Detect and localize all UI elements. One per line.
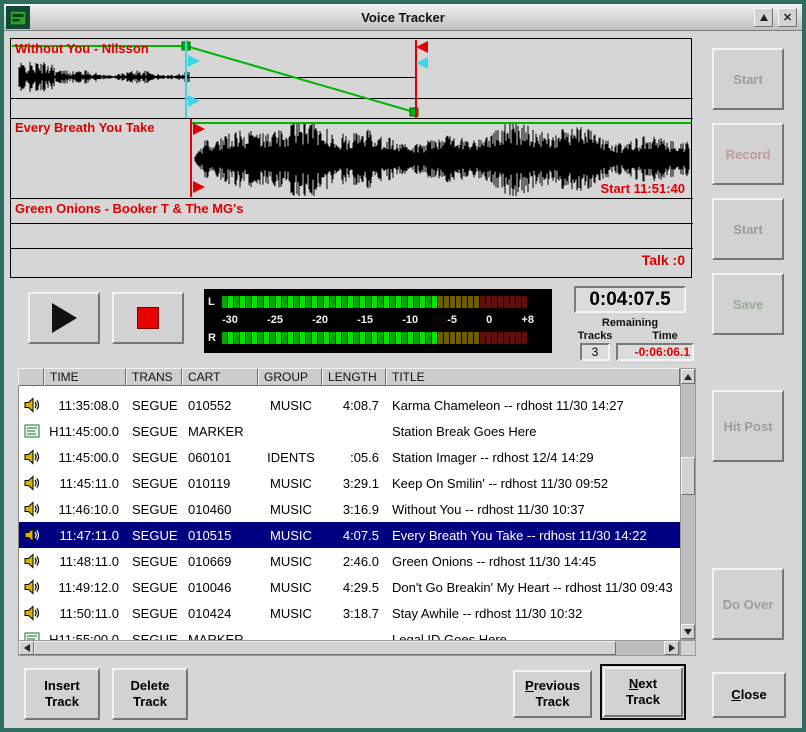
pin-icon <box>760 14 768 21</box>
log-row[interactable]: 11:45:00.0 SEGUE 060101 IDENTS :05.6 Sta… <box>19 444 680 470</box>
titlebar: Voice Tracker ✕ <box>4 4 802 31</box>
arrow-left-icon <box>24 644 30 652</box>
log-table: 11:35:08.0 SEGUE 010552 MUSIC 4:08.7 Kar… <box>18 386 680 640</box>
next-track-button[interactable]: Next Track <box>603 667 683 717</box>
do-over-button[interactable]: Do Over <box>712 568 784 640</box>
log-row[interactable]: H11:45:00.0 SEGUE MARKER Station Break G… <box>19 418 680 444</box>
end-marker-arrow-red[interactable] <box>416 41 428 53</box>
log-row[interactable]: 11:46:10.0 SEGUE 010460 MUSIC 3:16.9 Wit… <box>19 496 680 522</box>
scroll-right-button[interactable] <box>664 641 679 655</box>
log-row[interactable]: H11:55:00.0 SEGUE MARKER Legal ID Goes H… <box>19 626 680 640</box>
header-time[interactable]: TIME <box>44 368 126 386</box>
log-row[interactable]: 11:50:11.0 SEGUE 010424 MUSIC 3:18.7 Sta… <box>19 600 680 626</box>
remaining-label: Remaining <box>574 317 686 329</box>
insert-track-label-1: Insert <box>44 678 79 694</box>
header-cart[interactable]: CART <box>182 368 258 386</box>
end-marker-arrow-cyan[interactable] <box>416 57 428 69</box>
log-row[interactable]: 11:35:08.0 SEGUE 010552 MUSIC 4:08.7 Kar… <box>19 392 680 418</box>
row-type-icon <box>19 449 45 465</box>
meter-left-bar <box>222 296 548 308</box>
elapsed-time-display: 0:04:07.5 <box>574 286 686 313</box>
log-header: TIME TRANS CART GROUP LENGTH TITLE <box>18 368 680 386</box>
meter-scale: -30-25-20-15-10-50+8 <box>222 314 548 326</box>
header-length[interactable]: LENGTH <box>322 368 386 386</box>
log-row[interactable]: 11:49:12.0 SEGUE 010046 MUSIC 4:29.5 Don… <box>19 574 680 600</box>
track-editor[interactable]: Without You - Nilsson Every Breath You T… <box>10 38 692 278</box>
row-type-icon <box>19 501 45 517</box>
row-type-icon <box>19 386 45 387</box>
row-type-icon <box>19 605 45 621</box>
record-button[interactable]: Record <box>712 123 784 185</box>
track3-title: Green Onions - Booker T & The MG's <box>15 201 243 216</box>
arrow-right-icon <box>669 644 675 652</box>
row-type-icon <box>19 553 45 569</box>
delete-track-label-2: Track <box>133 694 167 710</box>
meter-right-label: R <box>208 332 222 344</box>
arrow-up-icon <box>684 374 692 380</box>
track2-start-time: Start 11:51:40 <box>600 181 685 196</box>
window-title: Voice Tracker <box>4 4 802 31</box>
row-type-icon <box>19 527 45 543</box>
track2-title: Every Breath You Take <box>15 120 154 135</box>
meter-left-label: L <box>208 296 222 308</box>
scroll-up-button[interactable] <box>681 369 695 384</box>
start-marker-arrow-bottom[interactable] <box>193 181 205 193</box>
waveform-canvas[interactable] <box>11 39 693 279</box>
row-type-icon <box>19 423 45 439</box>
play-button[interactable] <box>28 292 100 344</box>
scrollbar-corner <box>680 640 696 656</box>
delete-track-button[interactable]: Delete Track <box>112 668 188 720</box>
play-icon <box>52 303 77 333</box>
remaining-time-label: Time <box>640 330 690 342</box>
horizontal-scroll-thumb[interactable] <box>34 641 616 655</box>
remaining-time-value: -0:06:06.1 <box>616 343 694 361</box>
row-type-icon <box>19 475 45 491</box>
previous-track-button[interactable]: Previous Track <box>513 670 592 718</box>
level-meter: L -30-25-20-15-10-50+8 R <box>204 289 552 353</box>
meter-right-bar <box>222 332 548 344</box>
row-type-icon <box>19 397 45 413</box>
vertical-scroll-thumb[interactable] <box>681 457 695 495</box>
arrow-down-icon <box>684 629 692 635</box>
pin-button[interactable] <box>754 8 773 27</box>
header-icon-col[interactable] <box>18 368 44 386</box>
start-track1-button[interactable]: Start <box>712 48 784 110</box>
insert-track-button[interactable]: Insert Track <box>24 668 100 720</box>
close-button[interactable]: Close <box>712 672 786 718</box>
log-row[interactable]: 11:45:11.0 SEGUE 010119 MUSIC 3:29.1 Kee… <box>19 470 680 496</box>
header-group[interactable]: GROUP <box>258 368 322 386</box>
log-row-selected[interactable]: 11:47:11.0 SEGUE 010515 MUSIC 4:07.5 Eve… <box>19 522 680 548</box>
start-track2-button[interactable]: Start <box>712 198 784 260</box>
scroll-down-button[interactable] <box>681 624 695 639</box>
save-button[interactable]: Save <box>712 273 784 335</box>
row-type-icon <box>19 579 45 595</box>
log-row[interactable]: 11:48:11.0 SEGUE 010669 MUSIC 2:46.0 Gre… <box>19 548 680 574</box>
start-marker-arrow-top[interactable] <box>193 123 205 135</box>
remaining-tracks-label: Tracks <box>576 330 614 342</box>
next-track-default-frame: Next Track <box>600 664 686 720</box>
stop-button[interactable] <box>112 292 184 344</box>
track1-waveform <box>19 62 189 92</box>
vertical-scrollbar[interactable] <box>680 368 696 640</box>
voice-tracker-window: Voice Tracker ✕ With <box>0 0 806 732</box>
header-trans[interactable]: TRANS <box>126 368 182 386</box>
segue-marker-arrow-bottom[interactable] <box>188 95 200 107</box>
window-close-button[interactable]: ✕ <box>778 8 797 27</box>
remaining-tracks-value: 3 <box>580 343 610 361</box>
insert-track-label-2: Track <box>45 694 79 710</box>
header-title[interactable]: TITLE <box>386 368 680 386</box>
hit-post-button[interactable]: Hit Post <box>712 390 784 462</box>
horizontal-scrollbar[interactable] <box>18 640 680 656</box>
row-type-icon <box>19 631 45 640</box>
scroll-left-button[interactable] <box>19 641 34 655</box>
stop-icon <box>137 307 159 329</box>
delete-track-label-1: Delete <box>130 678 169 694</box>
talk-counter: Talk :0 <box>642 252 685 268</box>
segue-marker-arrow-top[interactable] <box>188 55 200 67</box>
track1-title: Without You - Nilsson <box>15 41 149 56</box>
